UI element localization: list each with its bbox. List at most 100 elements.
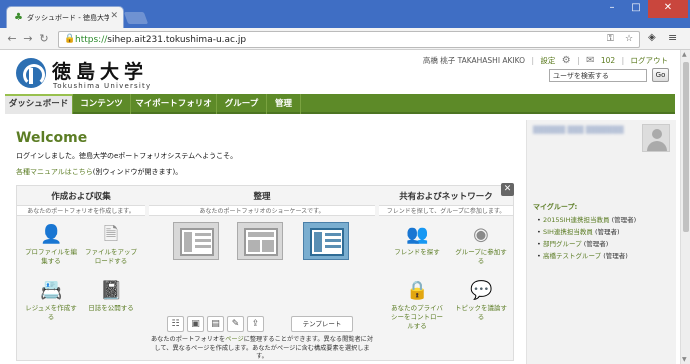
- block-journal-icon[interactable]: ✎: [227, 316, 244, 332]
- browser-toolbar: ← → ↻ 🔒 https://sihep.ait231.tokushima-u…: [0, 28, 690, 50]
- my-groups-list: 2015SIH連携担当教員 (管理者) SIH連携担当教員 (管理者) 部門グル…: [537, 214, 677, 262]
- people-icon: 👥: [406, 224, 429, 245]
- lock-icon: 🔒: [64, 34, 76, 44]
- create-subtitle: あなたのポートフォリオを作成します。: [17, 205, 145, 216]
- welcome-message: ログインしました。徳島大学のeポートフォリオシステムへようこそ。: [16, 152, 238, 160]
- create-section: 作成および収集 あなたのポートフォリオを作成します。 👤 プロファイルを編集する…: [17, 186, 145, 362]
- settings-link[interactable]: 設定: [540, 56, 555, 65]
- avatar[interactable]: [642, 124, 670, 152]
- create-resume-action[interactable]: 📇 レジュメを作成する: [23, 280, 79, 322]
- scroll-up-arrow-icon[interactable]: ▲: [682, 51, 687, 58]
- pages-link[interactable]: ページ: [225, 336, 243, 343]
- url-text: https://sihep.ait231.tokushima-u.ac.jp: [75, 35, 247, 45]
- manual-note: 各種マニュアルはこちら(別ウィンドウが開きます)。: [16, 167, 182, 177]
- nav-admin[interactable]: 管理: [267, 94, 301, 114]
- user-search-input[interactable]: ユーザを検索する: [549, 69, 647, 82]
- dashboard-panel: 作成および収集 あなたのポートフォリオを作成します。 👤 プロファイルを編集する…: [16, 185, 514, 361]
- notification-icon[interactable]: ✉: [586, 55, 594, 66]
- upload-file-action[interactable]: 🗎 ファイルをアップロードする: [83, 224, 139, 266]
- layout-option-sidebar[interactable]: [173, 222, 219, 260]
- organize-description: あなたのポートフォリオをページに整理することができます。異なる閲覧者に対して、異…: [150, 336, 374, 360]
- group-link[interactable]: 部門グループ: [543, 240, 582, 248]
- person-icon: 👤: [40, 224, 63, 245]
- block-file-icon[interactable]: ▤: [207, 316, 224, 332]
- gear-icon[interactable]: ⚙: [562, 55, 571, 66]
- journal-icon: 📓: [100, 280, 123, 301]
- logout-link[interactable]: ログアウト: [631, 56, 669, 65]
- list-item: 部門グループ (管理者): [537, 238, 677, 250]
- back-arrow-icon[interactable]: ←: [6, 32, 18, 45]
- padlock-icon: 🔒: [406, 280, 429, 301]
- layout-option-grid[interactable]: [237, 222, 283, 260]
- share-section: 共有およびネットワーク フレンドを探して、グループに参加します。 👥 フレンドを…: [379, 186, 513, 362]
- group-link[interactable]: 高橋テストグループ: [543, 252, 601, 260]
- window-maximize-button[interactable]: □: [624, 0, 648, 18]
- speech-bubble-icon: 💬: [470, 280, 493, 301]
- share-title: 共有およびネットワーク: [399, 192, 493, 202]
- browser-tab[interactable]: ♣ ダッシュボード - 徳島大学 eポ ✕: [6, 6, 124, 28]
- new-tab-button[interactable]: [123, 12, 149, 24]
- group-link[interactable]: 2015SIH連携担当教員: [543, 216, 609, 224]
- create-title: 作成および収集: [51, 192, 111, 202]
- organize-subtitle: あなたのポートフォリオのショーケースです。: [149, 205, 375, 216]
- key-icon[interactable]: ⚿: [607, 34, 614, 44]
- layout-option-selected[interactable]: [303, 222, 349, 260]
- main-navigation: ダッシュボード コンテンツ マイポートフォリオ グループ 管理: [5, 94, 675, 114]
- block-image-icon[interactable]: ▣: [187, 316, 204, 332]
- scroll-down-arrow-icon[interactable]: ▼: [682, 356, 687, 363]
- list-item: 2015SIH連携担当教員 (管理者): [537, 214, 677, 226]
- window-close-button[interactable]: ✕: [648, 0, 688, 18]
- university-logo[interactable]: 徳島大学 Tokushima University: [16, 56, 156, 94]
- search-go-button[interactable]: Go: [652, 68, 669, 82]
- user-name: 高橋 桃子 TAKAHASHI AKIKO: [422, 56, 526, 65]
- page-viewport: 徳島大学 Tokushima University 高橋 桃子 TAKAHASH…: [0, 50, 680, 364]
- manual-link[interactable]: 各種マニュアルはこちら: [16, 168, 93, 176]
- reload-icon[interactable]: ↻: [38, 32, 50, 45]
- organize-title: 整理: [253, 192, 271, 202]
- extension-icon[interactable]: ◈: [648, 32, 656, 43]
- block-text-icon[interactable]: ☷: [167, 316, 184, 332]
- my-groups-heading: マイグループ:: [533, 203, 578, 211]
- bookmark-star-icon[interactable]: ☆: [625, 34, 633, 44]
- page-title: Welcome: [16, 130, 88, 146]
- list-item: SIH連携担当教員 (管理者): [537, 226, 677, 238]
- find-friends-action[interactable]: 👥 フレンドを探す: [389, 224, 445, 257]
- user-bar: 高橋 桃子 TAKAHASHI AKIKO | 設定 ⚙ | ✉ 102 | ロ…: [422, 55, 669, 66]
- logo-name-en: Tokushima University: [53, 82, 152, 90]
- group-link[interactable]: SIH連携担当教員: [543, 228, 593, 236]
- scrollbar-thumb[interactable]: [683, 62, 689, 232]
- group-icon: ◉: [473, 224, 489, 245]
- organize-section: 整理 あなたのポートフォリオのショーケースです。 ☷ ▣ ▤ ✎ ⇪ ▦ テンプ…: [149, 186, 375, 362]
- forward-arrow-icon[interactable]: →: [22, 32, 34, 45]
- privacy-control-action[interactable]: 🔒 あなたのプライバシーをコントロールする: [389, 280, 445, 331]
- logo-mark-icon: [16, 58, 46, 88]
- profile-name[interactable]: ██████ ███ ███████: [533, 125, 635, 136]
- discuss-topic-action[interactable]: 💬 トピックを議論する: [453, 280, 509, 322]
- browser-titlebar: ♣ ダッシュボード - 徳島大学 eポ ✕ – □ ✕: [0, 0, 690, 28]
- logo-name-jp: 徳島大学: [52, 61, 149, 83]
- template-button[interactable]: テンプレート: [291, 316, 353, 332]
- site-favicon-icon: ♣: [14, 12, 23, 23]
- nav-groups[interactable]: グループ: [217, 94, 267, 114]
- edit-profile-action[interactable]: 👤 プロファイルを編集する: [23, 224, 79, 266]
- dashboard-close-button[interactable]: ✕: [501, 183, 514, 196]
- list-item: 高橋テストグループ (管理者): [537, 250, 677, 262]
- menu-icon[interactable]: ≡: [668, 31, 677, 44]
- tab-close-icon[interactable]: ✕: [110, 11, 118, 21]
- block-external-icon[interactable]: ⇪: [247, 316, 264, 332]
- nav-dashboard[interactable]: ダッシュボード: [5, 94, 73, 114]
- notification-count[interactable]: 102: [601, 56, 615, 65]
- join-group-action[interactable]: ◉ グループに参加する: [453, 224, 509, 266]
- tab-title: ダッシュボード - 徳島大学 eポ: [27, 14, 109, 22]
- publish-journal-action[interactable]: 📓 日誌を公開する: [83, 280, 139, 313]
- page-scrollbar[interactable]: ▲ ▼: [680, 50, 690, 364]
- document-icon: 🗎: [103, 224, 119, 245]
- sidebar: ██████ ███ ███████ マイグループ: 2015SIH連携担当教員…: [526, 120, 676, 364]
- nav-my-portfolio[interactable]: マイポートフォリオ: [131, 94, 217, 114]
- manual-suffix: (別ウィンドウが開きます)。: [92, 168, 183, 176]
- share-subtitle: フレンドを探して、グループに参加します。: [379, 205, 513, 216]
- address-bar[interactable]: 🔒 https://sihep.ait231.tokushima-u.ac.jp…: [58, 31, 640, 48]
- nav-contents[interactable]: コンテンツ: [73, 94, 131, 114]
- window-minimize-button[interactable]: –: [600, 0, 624, 18]
- resume-icon: 📇: [40, 280, 63, 301]
